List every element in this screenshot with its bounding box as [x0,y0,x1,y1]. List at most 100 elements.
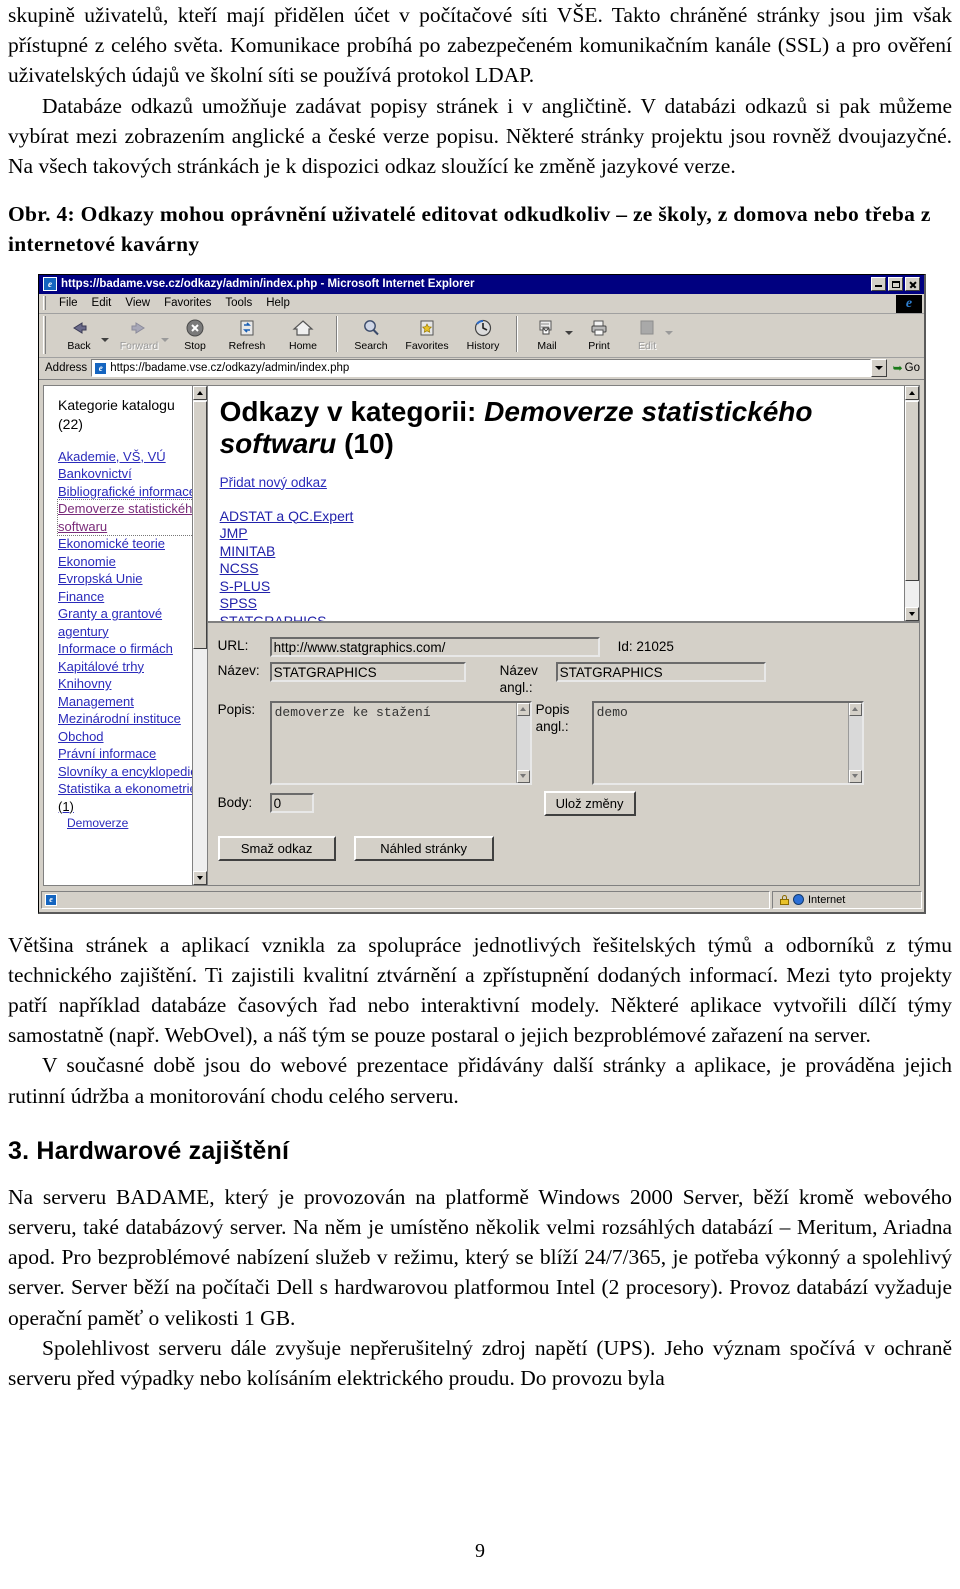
scroll-up-button[interactable] [905,385,919,400]
go-button[interactable]: ➥ Go [893,361,920,375]
section-heading: 3. Hardwarové zajištění [8,1136,290,1165]
sidebar-item-demoverze-statistickeho-softwaru[interactable]: Demoverze statistického softwaru [57,499,202,537]
home-icon [292,317,314,340]
sidebar-item-pravni-informace[interactable]: Právní informace [58,745,201,763]
toolbar-button-favorites[interactable]: Favorites [399,316,455,353]
delete-link-button[interactable]: Smaž odkaz [217,835,336,861]
add-new-link-link[interactable]: Přidat nový odkaz [220,475,327,490]
links-frame-scrollbar[interactable] [904,385,919,621]
sidebar-item-label: Ekonomické teorie [58,536,165,552]
toolbar-button-refresh[interactable]: Refresh [219,316,275,353]
toolbar-button-search[interactable]: Search [343,316,399,353]
scrollbar-thumb[interactable] [905,400,919,581]
sidebar-item-ekonomicke-teorie[interactable]: Ekonomické teorie [58,535,201,553]
close-button[interactable] [905,277,920,292]
address-dropdown-button[interactable] [870,359,887,378]
mail-dropdown-caret-icon[interactable] [565,330,573,335]
back-dropdown-caret-icon[interactable] [101,337,109,342]
scroll-down-button[interactable] [848,769,862,783]
sidebar-item-statistika-a-ekonometrie[interactable]: Statistika a ekonometrie (1) [58,780,201,815]
points-input[interactable]: 0 [269,793,314,814]
list-item[interactable]: STATGRAPHICS [220,613,327,621]
sidebar-item-label: Demoverze statistického softwaru [58,501,200,534]
scroll-down-button[interactable] [516,769,530,783]
toolbar-button-stop[interactable]: Stop [171,316,219,353]
scroll-down-button[interactable] [192,870,207,885]
forward-dropdown-caret-icon[interactable] [161,337,169,342]
name-en-input[interactable]: STATGRAPHICS [555,661,766,682]
menu-item-favorites[interactable]: Favorites [157,296,218,310]
menu-item-edit[interactable]: Edit [85,296,119,310]
sidebar-item-label: Ekonomie [58,553,116,569]
toolbar-button-home[interactable]: Home [275,316,331,353]
sidebar-item-label: Management [58,693,134,709]
menu-item-help[interactable]: Help [259,296,297,310]
list-item[interactable]: SPSS [220,595,257,613]
toolbar-button-back[interactable]: Back [51,316,107,353]
menu-item-tools[interactable]: Tools [218,296,259,310]
desc-label: Popis: [217,701,256,717]
sidebar-item-management[interactable]: Management [58,693,201,711]
category-frame-scrollbar[interactable] [191,385,207,885]
sidebar-item-demoverze[interactable]: Demoverze [58,815,201,833]
save-button[interactable]: Ulož změny [543,790,636,816]
toolbar-button-print[interactable]: Print [575,316,623,353]
toolbar-button-forward[interactable]: Forward [111,316,167,353]
paragraph-4: V současné době jsou do webové prezentac… [8,1053,952,1108]
browser-window-screenshot: e https://badame.vse.cz/odkazy/admin/ind… [38,273,926,914]
list-item[interactable]: S-PLUS [220,578,271,596]
points-label: Body: [217,795,253,811]
list-item[interactable]: NCSS [220,560,259,578]
security-zone-panel[interactable]: Internet [772,890,922,909]
sidebar-item-mezinarodni-instituce[interactable]: Mezinárodní instituce [58,710,201,728]
form-row-points: Body: 0 Ulož změny [208,790,919,816]
sidebar-item-obchod[interactable]: Obchod [58,728,201,746]
menu-item-view[interactable]: View [118,296,157,310]
menu-grip-handle[interactable] [43,296,46,311]
list-item[interactable]: ADSTAT a QC.Expert [220,508,354,526]
toolbar-button-mail[interactable]: Mail [523,316,571,353]
history-icon [473,317,493,340]
sidebar-item-knihovny[interactable]: Knihovny [58,675,201,693]
sidebar-item-bankovnictvi[interactable]: Bankovnictví [58,465,201,483]
toolbar-button-edit[interactable]: Edit [623,316,671,353]
description-textarea-scrollbar[interactable] [515,702,530,783]
toolbar-grip-handle[interactable] [43,315,46,354]
sidebar-item-bibliograficke-informace[interactable]: Bibliografické informace [58,483,201,501]
scroll-up-button[interactable] [516,702,530,716]
scrollbar-thumb[interactable] [192,400,207,649]
toolbar-button-history[interactable]: History [455,316,511,353]
description-textarea[interactable]: demoverze ke stažení [269,700,532,785]
refresh-icon [237,317,257,340]
sidebar-item-kapitalove-trhy[interactable]: Kapitálové trhy [58,658,201,676]
preview-page-button[interactable]: Náhled stránky [353,835,494,861]
sidebar-item-informace-o-firmach[interactable]: Informace o firmách [58,640,201,658]
paragraph-2: Databáze odkazů umožňuje zadávat popisy … [8,93,952,179]
address-label: Address [45,362,88,375]
sidebar-item-label: Granty a grantové agentury [58,606,163,639]
name-input[interactable]: STATGRAPHICS [269,661,466,682]
sidebar-item-slovniky-a-encyklopedie[interactable]: Slovníky a encyklopedie [58,763,201,781]
sidebar-item-granty-a-grantove-agentury[interactable]: Granty a grantové agentury [58,605,201,640]
chevron-up-icon [852,707,859,712]
address-input[interactable]: e https://badame.vse.cz/odkazy/admin/ind… [91,359,871,378]
scroll-up-button[interactable] [848,702,862,716]
sidebar-item-finance[interactable]: Finance [58,588,201,606]
list-item[interactable]: MINITAB [220,543,276,561]
description-en-textarea[interactable]: demo [591,700,864,785]
menu-item-file[interactable]: File [52,296,85,310]
scroll-up-button[interactable] [192,385,207,400]
link-list: ADSTAT a QC.Expert JMP MINITAB NCSS S-PL… [220,508,901,621]
scroll-down-button[interactable] [905,606,919,621]
edit-dropdown-caret-icon[interactable] [665,330,673,335]
list-item[interactable]: JMP [220,525,248,543]
minimize-button[interactable] [871,277,886,292]
sidebar-item-akademie[interactable]: Akademie, VŠ, VÚ [58,448,201,466]
sidebar-item-ekonomie[interactable]: Ekonomie [58,553,201,571]
url-input[interactable]: http://www.statgraphics.com/ [269,636,600,657]
sidebar-item-evropska-unie[interactable]: Evropská Unie [58,570,201,588]
sidebar-item-label: Bibliografické informace [58,483,197,499]
toolbar-label-forward: Forward [119,339,159,352]
description-en-textarea-scrollbar[interactable] [847,702,862,783]
maximize-button[interactable] [888,277,903,292]
